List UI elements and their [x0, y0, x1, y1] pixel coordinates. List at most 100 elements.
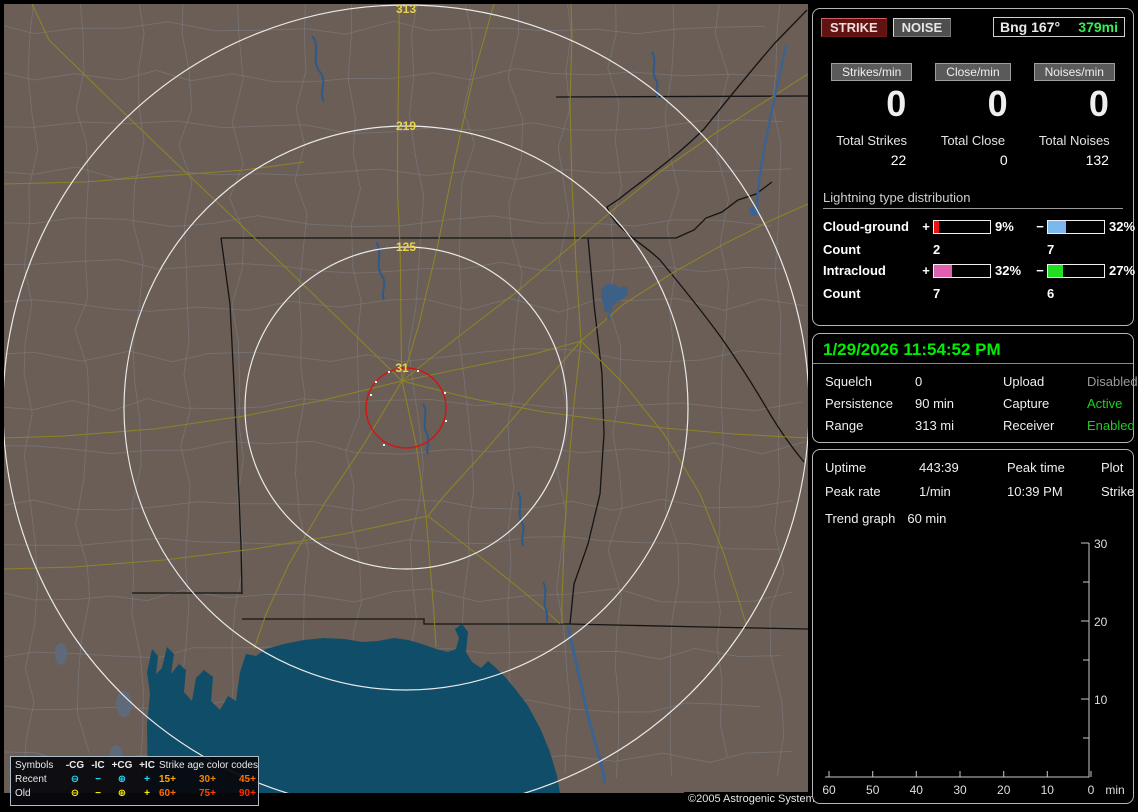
ic-plus-old-icon: +	[144, 788, 150, 799]
close-per-min-value: 0	[987, 83, 1008, 124]
ic-minus-count: 6	[1047, 286, 1055, 301]
upload-label: Upload	[1003, 374, 1045, 389]
x-tick-10: 10	[1041, 783, 1055, 797]
cg-plus-count: 2	[933, 242, 941, 257]
bearing-distance: 379mi	[1078, 19, 1118, 35]
legend-age-header: Strike age color codes	[159, 760, 258, 771]
total-close-label: Total Close	[940, 133, 1006, 148]
total-close-value: 0	[999, 152, 1008, 168]
peak-time-value: 10:39 PM	[1007, 484, 1063, 499]
legend-row-recent-label: Recent	[15, 774, 47, 785]
range-value: 313 mi	[915, 418, 955, 433]
cloud-ground-label: Cloud-ground	[823, 219, 909, 234]
receiver-status: Enabled	[1087, 418, 1135, 433]
ic-minus-pct: 27%	[1109, 263, 1136, 278]
symbol-legend: Symbols -CG -IC +CG +IC Strike age color…	[10, 756, 259, 806]
y-tick-30: 30	[1094, 537, 1108, 551]
legend-row-old-label: Old	[15, 788, 31, 799]
plot-value: Strike	[1101, 484, 1135, 499]
legend-col-cg-plus: +CG	[111, 760, 133, 771]
legend-col-ic-plus: +IC	[139, 760, 155, 771]
uptime-label: Uptime	[825, 460, 867, 475]
total-noises-label: Total Noises	[1038, 133, 1110, 148]
ic-minus-bar	[1047, 263, 1105, 278]
ic-count-label: Count	[823, 286, 861, 301]
capture-status: Active	[1087, 396, 1123, 411]
trend-graph-label: Trend graph	[825, 511, 896, 526]
total-strikes-label: Total Strikes	[836, 133, 908, 148]
legend-col-ic-minus: -IC	[91, 760, 105, 771]
strikes-per-min-value: 0	[886, 83, 907, 124]
status-panel: 1/29/2026 11:54:52 PM Squelch 0 Upload D…	[812, 333, 1138, 443]
ring-label-125: 125	[396, 240, 416, 254]
ic-minus-recent-icon: −	[95, 774, 101, 785]
timestamp: 1/29/2026 11:54:52 PM	[813, 334, 1133, 364]
x-tick-60: 60	[822, 783, 836, 797]
plot-label: Plot	[1101, 460, 1124, 475]
cg-plus-bar	[933, 219, 991, 234]
age-30: 30+	[199, 774, 216, 785]
cg-minus-old-icon: ⊖	[70, 788, 80, 799]
age-75: 75+	[199, 788, 216, 799]
age-45: 45+	[239, 774, 256, 785]
counters-panel: STRIKE NOISE Bng 167° 379mi Strikes/min …	[812, 8, 1135, 326]
cg-plus-old-icon: ⊕	[117, 788, 127, 799]
minus-sign: −	[1036, 219, 1044, 234]
age-90: 90+	[239, 788, 256, 799]
legend-symbols-header: Symbols	[15, 760, 54, 771]
ic-plus-pct: 32%	[995, 263, 1022, 278]
ring-label-219: 219	[396, 119, 416, 133]
x-tick-50: 50	[866, 783, 880, 797]
bearing-display: Bng 167° 379mi	[993, 17, 1125, 37]
persistence-label: Persistence	[825, 396, 893, 411]
x-tick-20: 20	[997, 783, 1011, 797]
upload-status: Disabled	[1087, 374, 1138, 389]
squelch-value: 0	[915, 374, 923, 389]
distribution-title: Lightning type distribution	[823, 190, 1123, 209]
strikes-per-min-chip[interactable]: Strikes/min	[830, 63, 913, 81]
total-noises-value: 132	[1085, 152, 1109, 168]
bearing-label: Bng 167°	[1000, 19, 1061, 35]
x-tick-30: 30	[953, 783, 967, 797]
strike-button[interactable]: STRIKE	[821, 17, 887, 37]
cg-plus-pct: 9%	[995, 219, 1014, 234]
close-per-min-chip[interactable]: Close/min	[935, 63, 1011, 81]
age-60: 60+	[159, 788, 176, 799]
x-tick-0: 0	[1088, 783, 1095, 797]
noise-button[interactable]: NOISE	[892, 17, 952, 37]
peak-time-label: Peak time	[1007, 460, 1065, 475]
age-15: 15+	[159, 774, 176, 785]
y-tick-20: 20	[1094, 615, 1108, 629]
lightning-map[interactable]: 313 219 125 31	[4, 4, 808, 793]
uptime-value: 443:39	[919, 460, 959, 475]
trend-graph: 30 20 10 60 50 40 30 20 10 0 min	[822, 537, 1124, 797]
minus-sign: −	[1036, 263, 1044, 278]
y-tick-10: 10	[1094, 693, 1108, 707]
cg-count-label: Count	[823, 242, 861, 257]
trend-panel: Uptime 443:39 Peak time Plot Peak rate 1…	[812, 449, 1134, 804]
ring-label-313: 313	[396, 4, 416, 16]
total-strikes-value: 22	[890, 152, 907, 168]
trend-graph-value: 60 min	[907, 511, 947, 526]
noises-per-min-chip[interactable]: Noises/min	[1033, 63, 1115, 81]
plus-sign: +	[922, 219, 930, 234]
ic-plus-bar	[933, 263, 991, 278]
ic-minus-old-icon: −	[95, 788, 101, 799]
cg-minus-recent-icon: ⊖	[70, 774, 80, 785]
copyright-text: ©2005 Astrogenic Systems	[684, 792, 825, 806]
ic-plus-count: 7	[933, 286, 941, 301]
capture-label: Capture	[1003, 396, 1050, 411]
persistence-value: 90 min	[915, 396, 955, 411]
intracloud-label: Intracloud	[823, 263, 886, 278]
peak-rate-label: Peak rate	[825, 484, 881, 499]
plus-sign: +	[922, 263, 930, 278]
cg-minus-bar	[1047, 219, 1105, 234]
cg-plus-recent-icon: ⊕	[117, 774, 127, 785]
receiver-label: Receiver	[1003, 418, 1055, 433]
cg-minus-pct: 32%	[1109, 219, 1136, 234]
range-label: Range	[825, 418, 864, 433]
noises-per-min-value: 0	[1088, 83, 1109, 124]
x-axis-unit: min	[1105, 783, 1124, 797]
cg-minus-count: 7	[1047, 242, 1055, 257]
ring-label-31: 31	[395, 361, 409, 375]
